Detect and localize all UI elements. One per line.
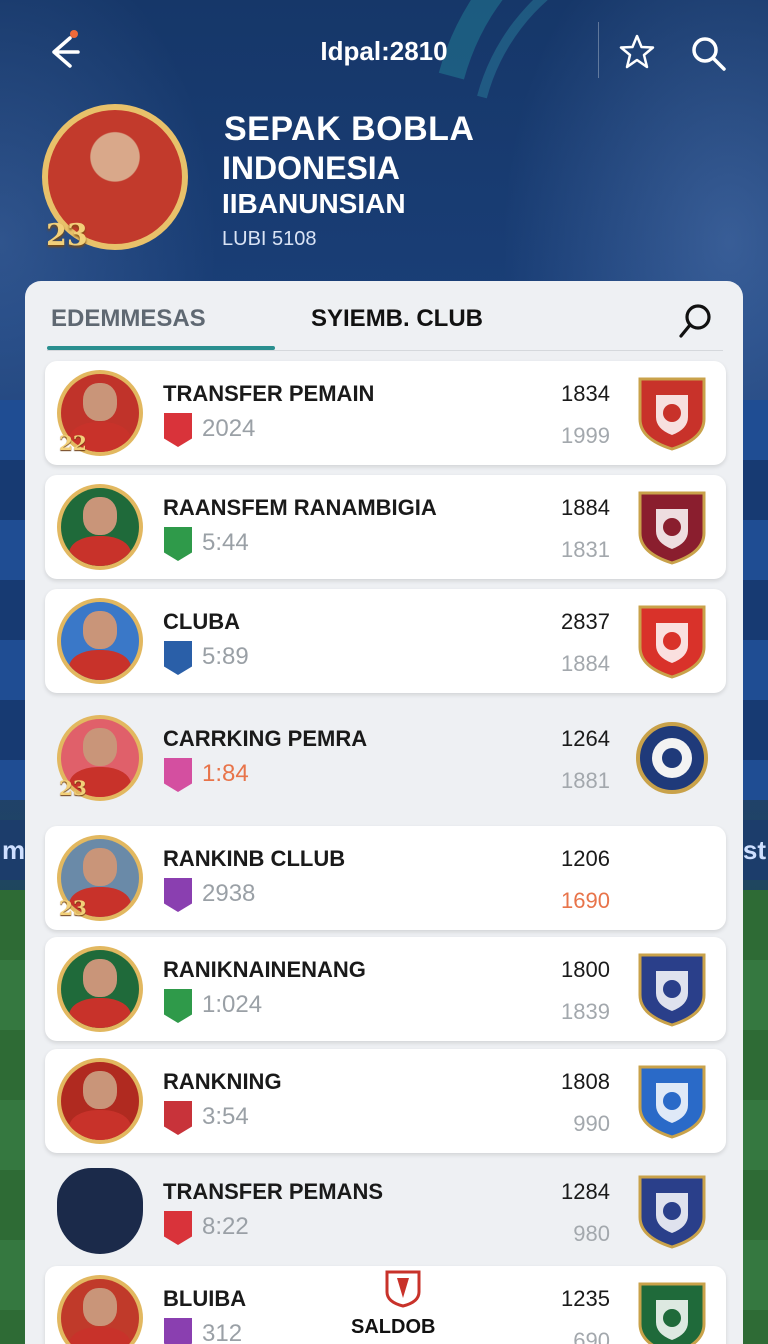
list-item-title: TRANSFER PEMAIN	[163, 381, 375, 406]
primary-value: 1264	[561, 726, 610, 751]
club-crest-icon	[634, 373, 710, 453]
list-item-stat: 3:54	[202, 1103, 249, 1130]
list-item[interactable]: RANIKNAINENANG 1:024 1800 1839	[45, 937, 726, 1041]
jersey-number: 22	[59, 431, 87, 455]
list-item-stat: 2024	[202, 415, 256, 442]
profile-subtitle: LUBI 5108	[222, 228, 317, 250]
list-item-stat: 2938	[202, 880, 256, 907]
secondary-value: 1690	[561, 888, 610, 913]
player-avatar	[57, 1275, 143, 1344]
club-crest-icon	[634, 949, 710, 1029]
player-photo	[61, 950, 139, 1028]
secondary-value: 1839	[561, 999, 610, 1024]
club-crest-icon	[634, 1278, 710, 1344]
profile-name-line3: IIBANUNSIAN	[222, 188, 406, 219]
primary-value: 1284	[561, 1179, 610, 1204]
top-bar: Idpal:2810	[0, 0, 768, 100]
club-crest-icon	[634, 1171, 710, 1251]
shield-badge-icon	[164, 1211, 192, 1245]
list-item-stat: 1:024	[202, 991, 263, 1018]
list-item[interactable]: RANKNING 3:54 1808 990	[45, 1049, 726, 1153]
shield-badge-icon	[164, 758, 192, 792]
primary-value: 1884	[561, 495, 610, 520]
list-item[interactable]: 23 RANKINB CLLUB 2938 1206 1690	[45, 826, 726, 930]
list-item-title: TRANSFER PEMANS	[163, 1179, 384, 1204]
primary-value: 1206	[561, 846, 610, 871]
tab-bar: EDEMMESAS SYIEMB. CLUB	[25, 281, 743, 355]
primary-value: 1808	[561, 1069, 610, 1094]
shield-badge-icon	[164, 641, 192, 675]
list-item-stat: 312	[202, 1320, 243, 1344]
player-avatar	[57, 598, 143, 684]
list-item-stat: 5:44	[202, 529, 249, 556]
shield-badge-icon	[164, 413, 192, 447]
jersey-number: 23	[59, 776, 87, 800]
header-divider	[598, 22, 599, 78]
list-item[interactable]: CLUBA 5:89 2837 1884	[45, 589, 726, 693]
list-item-title: RAANSFEM RANAMBIGIA	[163, 495, 437, 520]
tab-club[interactable]: SYIEMB. CLUB	[311, 305, 483, 333]
list-item-title: BLUIBA	[163, 1286, 247, 1311]
jersey-number: 23	[59, 896, 87, 920]
profile-name-line1: SEPAK BOBLA	[224, 110, 475, 148]
club-crest-icon	[634, 718, 710, 798]
list-item[interactable]: BLUIBA 312 1235 690 SALDOB	[45, 1266, 726, 1344]
list-item[interactable]: TRANSFER PEMANS 8:22 1284 980	[45, 1159, 726, 1263]
player-avatar	[57, 1058, 143, 1144]
list-panel: EDEMMESAS SYIEMB. CLUB 22 TRANSFER PEMAIN…	[25, 281, 743, 1344]
primary-value: 1235	[561, 1286, 610, 1311]
tab-edemmesas[interactable]: EDEMMESAS	[51, 305, 206, 333]
list-item-stat: 8:22	[202, 1213, 249, 1240]
secondary-value: 1831	[561, 537, 610, 562]
club-crest-icon	[634, 601, 710, 681]
primary-value: 1800	[561, 957, 610, 982]
list-item[interactable]: 22 TRANSFER PEMAIN 2024 1834 1999	[45, 361, 726, 465]
secondary-value: 1884	[561, 651, 610, 676]
secondary-value: 1881	[561, 768, 610, 793]
list-item-title: RANKINB CLLUB	[163, 846, 346, 871]
list-item-stat: 1:84	[202, 760, 249, 787]
list-item-title: CARRKING PEMRA	[163, 726, 368, 751]
secondary-value: 990	[573, 1111, 610, 1136]
search-icon[interactable]	[688, 33, 728, 73]
player-photo	[61, 1062, 139, 1140]
club-crest-icon	[634, 487, 710, 567]
profile-name-line2: INDONESIA	[222, 150, 400, 186]
star-icon[interactable]	[618, 33, 656, 71]
shield-badge-icon	[164, 1318, 192, 1344]
secondary-value: 1999	[561, 423, 610, 448]
search-icon[interactable]	[677, 301, 717, 341]
profile-jersey-number: 23	[46, 218, 88, 253]
list-item-title: CLUBA	[163, 609, 240, 634]
player-avatar	[57, 484, 143, 570]
saldo-label: SALDOB	[351, 1316, 436, 1338]
shield-badge-icon	[164, 527, 192, 561]
primary-value: 1834	[561, 381, 610, 406]
list-item[interactable]: 23 CARRKING PEMRA 1:84 1264 1881	[45, 706, 726, 810]
list-item[interactable]: RAANSFEM RANAMBIGIA 5:44 1884 1831	[45, 475, 726, 579]
tab-divider	[47, 350, 723, 351]
list-item-title: RANIKNAINENANG	[163, 957, 366, 982]
secondary-value: 980	[573, 1221, 610, 1246]
list-item-title: RANKNING	[163, 1069, 282, 1094]
club-crest-avatar	[57, 1168, 143, 1254]
primary-value: 2837	[561, 609, 610, 634]
club-crest-icon	[634, 1061, 710, 1141]
shield-badge-icon	[164, 878, 192, 912]
shield-badge-icon	[164, 989, 192, 1023]
list-item-stat: 5:89	[202, 643, 249, 670]
player-photo	[61, 488, 139, 566]
player-photo	[61, 1279, 139, 1344]
player-avatar	[57, 946, 143, 1032]
shield-badge-icon	[164, 1101, 192, 1135]
secondary-value: 690	[573, 1328, 610, 1344]
player-photo	[61, 602, 139, 680]
